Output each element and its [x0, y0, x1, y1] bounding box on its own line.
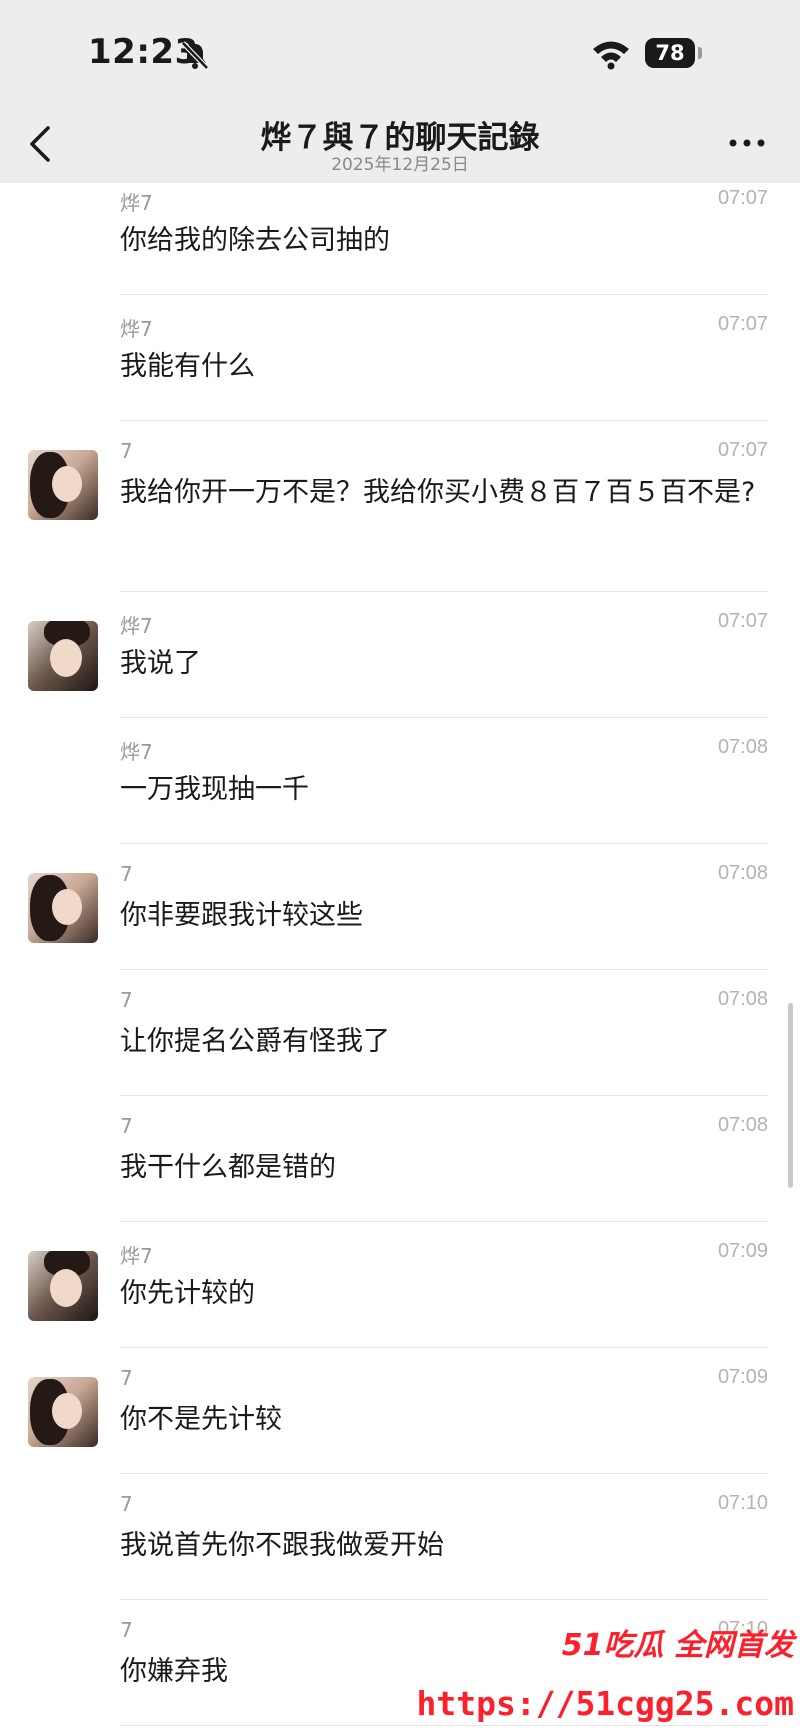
message-text: 你非要跟我计较这些	[120, 900, 363, 931]
message-row[interactable]: 烨7 07:08 一万我现抽一千	[0, 718, 800, 844]
message-timestamp: 07:07	[717, 439, 768, 461]
message-sender: 7	[120, 1366, 133, 1390]
message-text: 你不是先计较	[120, 1404, 282, 1435]
message-text: 让你提名公爵有怪我了	[120, 1026, 390, 1057]
female-avatar[interactable]	[28, 873, 98, 943]
message-row[interactable]: 7 07:07 我给你开一万不是？我给你买小费８百７百５百不是?	[0, 421, 800, 592]
message-sender: 烨7	[120, 740, 153, 764]
message-text: 我说了	[120, 648, 201, 679]
avatar-face	[50, 1269, 82, 1307]
watermark: 51吃瓜 全网首发 https://51cgg25.com	[417, 1620, 800, 1735]
message-text: 我干什么都是错的	[120, 1152, 336, 1183]
message-row[interactable]: 7 07:09 你不是先计较	[0, 1348, 800, 1474]
watermark-url: https://51cgg25.com	[416, 1684, 795, 1723]
wifi-icon	[593, 41, 629, 70]
message-text: 我说首先你不跟我做爱开始	[120, 1530, 444, 1561]
message-sender: 7	[120, 862, 133, 886]
message-sender: 烨7	[120, 191, 153, 215]
female-avatar[interactable]	[28, 1377, 98, 1447]
message-sender: 烨7	[120, 317, 153, 341]
message-sender: 7	[120, 1618, 133, 1642]
message-row[interactable]: 7 07:08 你非要跟我计较这些	[0, 844, 800, 970]
message-timestamp: 07:08	[717, 862, 768, 884]
message-row[interactable]: 7 07:08 我干什么都是错的	[0, 1096, 800, 1222]
avatar-face	[52, 466, 82, 502]
bell-muted-icon	[181, 41, 209, 70]
message-timestamp: 07:09	[717, 1240, 768, 1262]
message-text: 我能有什么	[120, 351, 255, 382]
message-sender: 7	[120, 988, 133, 1012]
avatar-face	[52, 889, 82, 925]
male-avatar[interactable]	[28, 1251, 98, 1321]
message-text: 我给你开一万不是？我给你买小费８百７百５百不是?	[120, 477, 756, 508]
message-sender: 烨7	[120, 1244, 153, 1268]
battery-indicator: 78	[645, 38, 695, 68]
message-timestamp: 07:08	[717, 1114, 768, 1136]
message-sender: 7	[120, 1492, 133, 1516]
message-sender: 7	[120, 439, 133, 463]
message-timestamp: 07:07	[717, 187, 768, 209]
message-text: 你给我的除去公司抽的	[120, 225, 390, 256]
message-timestamp: 07:10	[717, 1492, 768, 1514]
message-row[interactable]: 烨7 07:07 你给我的除去公司抽的	[0, 169, 800, 295]
watermark-title: 51吃瓜 全网首发	[561, 1628, 794, 1663]
message-timestamp: 07:07	[717, 610, 768, 632]
more-options-icon[interactable]	[727, 136, 767, 150]
message-text: 一万我现抽一千	[120, 774, 309, 805]
message-row[interactable]: 7 07:08 让你提名公爵有怪我了	[0, 970, 800, 1096]
status-bar: 12:23 78	[0, 0, 800, 100]
message-row[interactable]: 烨7 07:07 我说了	[0, 592, 800, 718]
message-text: 你先计较的	[120, 1278, 255, 1309]
female-avatar[interactable]	[28, 450, 98, 520]
message-row[interactable]: 烨7 07:07 我能有什么	[0, 295, 800, 421]
battery-nub	[698, 47, 702, 59]
avatar-face	[52, 1393, 82, 1429]
scrollbar[interactable]	[788, 1003, 793, 1188]
message-timestamp: 07:07	[717, 313, 768, 335]
message-sender: 烨7	[120, 614, 153, 638]
message-row[interactable]: 烨7 07:09 你先计较的	[0, 1222, 800, 1348]
message-timestamp: 07:09	[717, 1366, 768, 1388]
message-timestamp: 07:08	[717, 736, 768, 758]
message-row[interactable]: 7 07:10 我说首先你不跟我做爱开始	[0, 1474, 800, 1600]
message-timestamp: 07:08	[717, 988, 768, 1010]
male-avatar[interactable]	[28, 621, 98, 691]
avatar-face	[50, 639, 82, 677]
message-sender: 7	[120, 1114, 133, 1138]
